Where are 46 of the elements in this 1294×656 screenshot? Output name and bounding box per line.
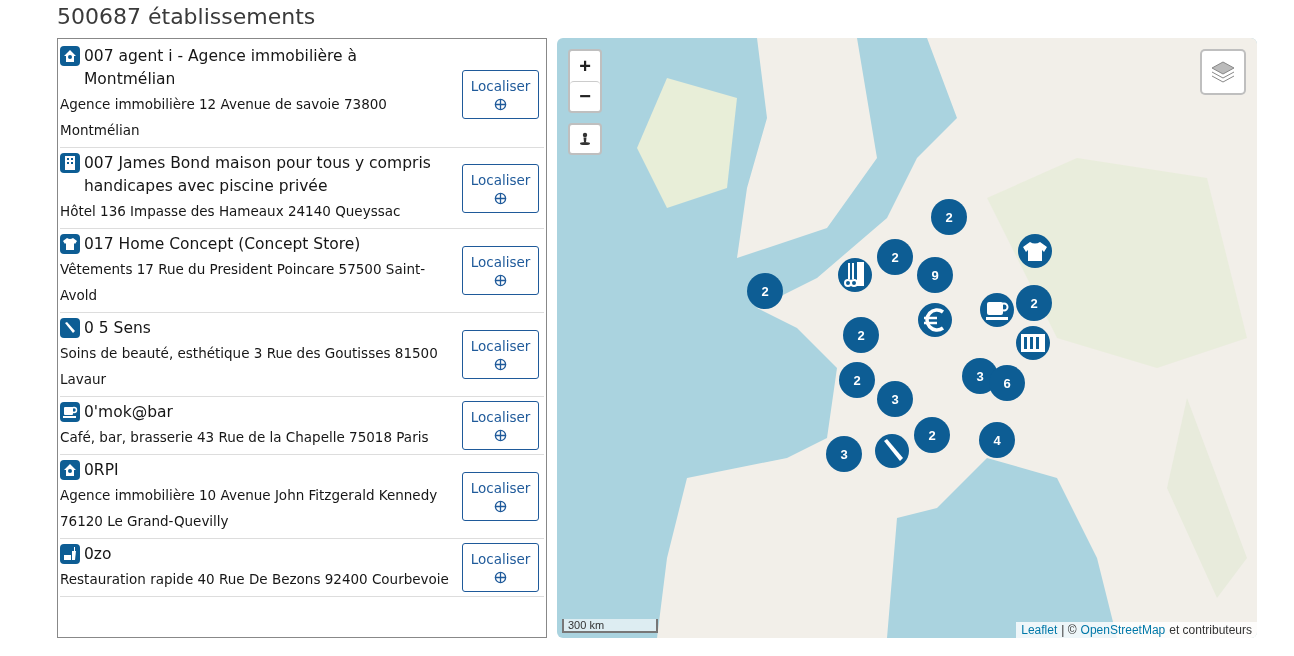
map-scale: 300 km <box>562 619 658 633</box>
real-estate-icon <box>60 46 80 66</box>
locate-button[interactable]: Localiser <box>462 543 539 592</box>
crosshair-icon <box>494 274 507 287</box>
crosshair-icon <box>494 97 507 111</box>
establishment-name: 0 5 Sens <box>84 318 151 339</box>
leaflet-link[interactable]: Leaflet <box>1021 623 1058 637</box>
establishment-name: 0RPI <box>84 460 119 481</box>
attribution-text: et contributeurs <box>1169 623 1252 637</box>
establishment-address: Vêtements 17 Rue du President Poincare 57500 Saint-Avold <box>60 260 427 305</box>
crosshair-icon <box>494 358 507 371</box>
geolocate-button[interactable] <box>568 123 602 155</box>
clothing-marker-icon[interactable] <box>1017 233 1053 269</box>
locate-button[interactable]: Localiser <box>462 69 539 119</box>
crosshair-icon <box>494 429 507 442</box>
cafe-marker-icon[interactable] <box>979 292 1015 328</box>
crosshair-icon <box>494 500 507 513</box>
openstreetmap-link[interactable]: OpenStreetMap <box>1080 623 1166 637</box>
establishment-address: Restauration rapide 40 Rue De Bezons 92400 Courbevoie <box>60 570 450 589</box>
establishment-name: 007 agent i - Agence immobilière à Montmélian <box>84 46 359 90</box>
clothing-icon <box>60 234 80 254</box>
crosshair-icon <box>494 191 507 205</box>
hotel-marker-icon[interactable] <box>1015 325 1051 361</box>
establishment-name: 0'mok@bar <box>84 402 173 423</box>
establishment-address: Café, bar, brasserie 43 Rue de la Chapelle 75018 Paris <box>60 428 430 447</box>
locate-button[interactable]: Localiser <box>462 163 539 213</box>
establishment-address: Agence immobilière 10 Avenue John Fitzgerald Kennedy 76120 Le Grand-Quevilly <box>60 486 439 531</box>
cafe-icon <box>60 402 80 422</box>
person-icon <box>579 132 591 146</box>
establishment-name: 0zo <box>84 544 112 565</box>
hairdresser-marker-icon[interactable] <box>837 257 873 293</box>
locate-button[interactable]: Localiser <box>462 401 539 450</box>
layers-button[interactable] <box>1200 49 1246 95</box>
establishment-address: Agence immobilière 12 Avenue de savoie 73800 Montmélian <box>60 95 388 140</box>
results-count-heading: 500687 établissements <box>57 3 317 31</box>
locate-button[interactable]: Localiser <box>462 330 539 379</box>
hotel-icon <box>60 153 80 173</box>
real-estate-icon <box>60 460 80 480</box>
crosshair-icon <box>494 571 507 584</box>
establishment-name: 007 James Bond maison pour tous y compris handicapes avec piscine privée <box>84 153 432 197</box>
attribution-separator: | © <box>1061 623 1077 637</box>
locate-button[interactable]: Localiser <box>462 246 539 295</box>
establishment-address: Hôtel 136 Impasse des Hameaux 24140 Queyssac <box>60 202 402 221</box>
establishment-address: Soins de beauté, esthétique 3 Rue des Goutisses 81500 Lavaur <box>60 344 439 389</box>
establishment-name: 017 Home Concept (Concept Store) <box>84 234 361 255</box>
locate-button[interactable]: Localiser <box>462 472 539 521</box>
